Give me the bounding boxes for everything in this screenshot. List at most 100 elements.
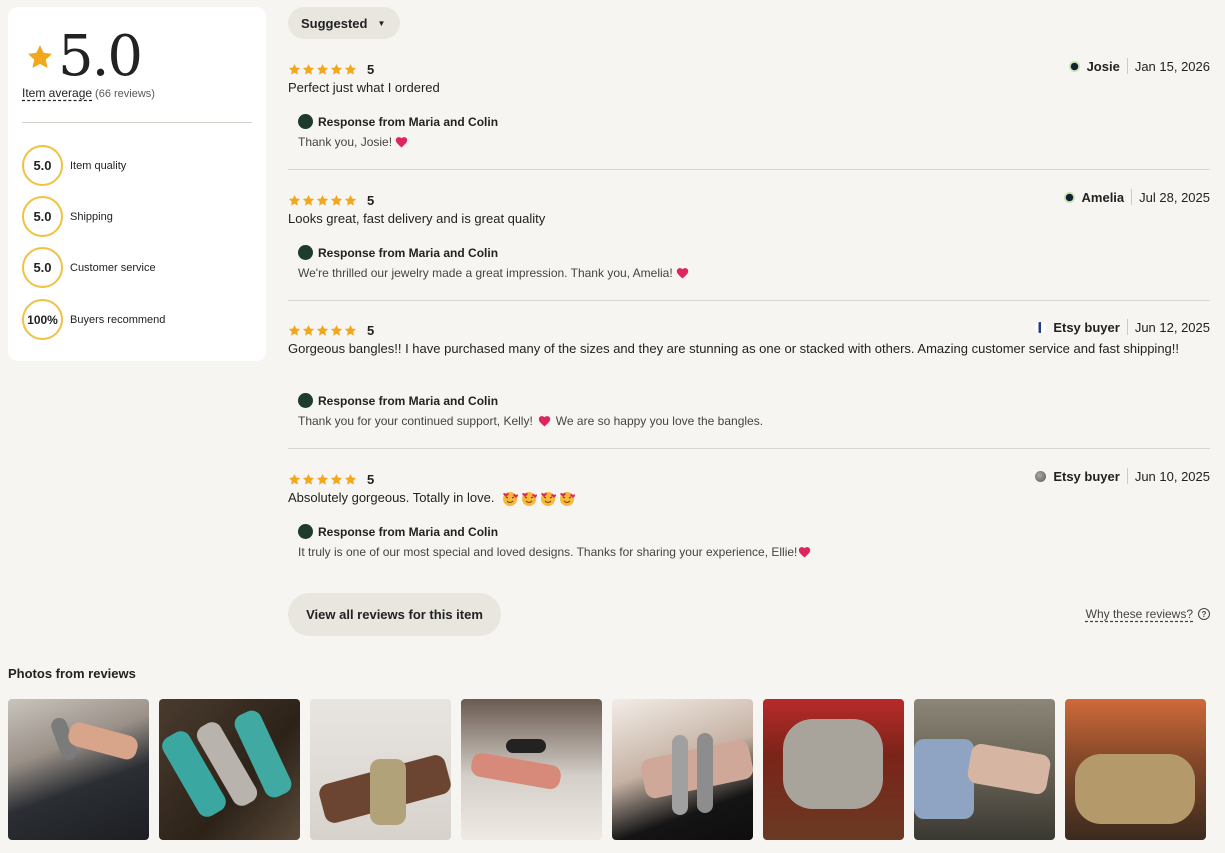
- average-caption: Item average (66 reviews): [22, 86, 155, 100]
- review-text: Absolutely gorgeous. Totally in love.: [288, 489, 1188, 507]
- seller-response: Response from Maria and Colin It truly i…: [298, 524, 814, 559]
- metric-score-circle: 5.0: [22, 145, 63, 186]
- response-header: Response from Maria and Colin: [298, 245, 692, 260]
- view-all-reviews-button[interactable]: View all reviews for this item: [288, 593, 501, 636]
- metric-shipping: 5.0 Shipping: [22, 196, 113, 237]
- review-photo[interactable]: [159, 699, 300, 840]
- response-message: Thank you for your continued support, Ke…: [298, 414, 533, 428]
- review-photo[interactable]: [914, 699, 1055, 840]
- item-average-link[interactable]: Item average: [22, 86, 92, 100]
- response-text: Thank you for your continued support, Ke…: [298, 414, 763, 428]
- shop-logo-icon: [298, 114, 313, 129]
- review-rating: 5: [288, 193, 374, 208]
- rating-summary-card: 5.0 Item average (66 reviews) 5.0 Item qu…: [8, 7, 266, 361]
- review-photo[interactable]: [1065, 699, 1206, 840]
- reviewer-name[interactable]: Amelia: [1082, 190, 1125, 205]
- reviewer-avatar[interactable]: [1063, 191, 1075, 203]
- heart-icon: [799, 547, 811, 558]
- reviewer-avatar[interactable]: [1035, 321, 1047, 333]
- five-star-rating-icon: [288, 63, 357, 76]
- average-rating-value: 5.0: [58, 24, 143, 89]
- reviewer-name[interactable]: Josie: [1087, 59, 1120, 74]
- metric-score-circle: 100%: [22, 299, 63, 340]
- smiling-face-with-hearts-icon: [522, 491, 538, 506]
- why-these-reviews-text[interactable]: Why these reviews?: [1086, 607, 1193, 621]
- review-date: Jun 12, 2025: [1134, 319, 1210, 335]
- metric-customer-service: 5.0 Customer service: [22, 247, 156, 288]
- reviewer-info: Etsy buyer Jun 10, 2025: [1035, 468, 1210, 484]
- rating-number: 5: [367, 62, 375, 77]
- caret-down-icon: ▼: [377, 18, 386, 28]
- sort-label: Suggested: [301, 15, 368, 31]
- review-rating: 5: [288, 472, 374, 487]
- smiling-face-with-hearts-icon: [541, 491, 557, 506]
- review-rating: 5: [288, 323, 374, 338]
- smiling-face-with-hearts-icon: [560, 491, 576, 506]
- response-message-continued: We are so happy you love the bangles.: [555, 414, 764, 428]
- separator: [1126, 319, 1128, 335]
- response-message: Thank you, Josie!: [298, 135, 393, 149]
- rating-number: 5: [367, 193, 375, 208]
- response-title: Response from Maria and Colin: [318, 524, 499, 539]
- review-text: Looks great, fast delivery and is great …: [288, 211, 546, 226]
- response-header: Response from Maria and Colin: [298, 524, 814, 539]
- review-item: 5 Etsy buyer Jun 10, 2025 Absolutely gor…: [288, 468, 1210, 572]
- response-text: It truly is one of our most special and …: [298, 545, 814, 559]
- rating-number: 5: [367, 472, 375, 487]
- why-these-reviews-link[interactable]: Why these reviews? ?: [1086, 607, 1210, 621]
- review-text: Perfect just what I ordered: [288, 80, 440, 95]
- star-icon: [27, 45, 53, 68]
- review-photos-strip: [8, 699, 1206, 840]
- response-title: Response from Maria and Colin: [318, 393, 499, 408]
- review-divider: [288, 300, 1210, 301]
- reviewer-name[interactable]: Etsy buyer: [1053, 469, 1119, 484]
- metric-score-circle: 5.0: [22, 196, 63, 237]
- five-star-rating-icon: [288, 473, 357, 486]
- review-count: (66 reviews): [95, 88, 155, 100]
- reviewer-avatar[interactable]: [1035, 470, 1047, 482]
- separator: [1126, 58, 1128, 74]
- review-date: Jun 10, 2025: [1134, 468, 1210, 484]
- emoji-group: [502, 491, 576, 507]
- metric-score-circle: 5.0: [22, 247, 63, 288]
- metric-item-quality: 5.0 Item quality: [22, 145, 126, 186]
- heart-icon: [395, 137, 408, 148]
- response-title: Response from Maria and Colin: [318, 114, 499, 129]
- review-item: 5 Amelia Jul 28, 2025 Looks great, fast …: [288, 189, 1210, 293]
- reviewer-info: Josie Jan 15, 2026: [1068, 58, 1210, 74]
- seller-response: Response from Maria and Colin Thank you …: [298, 393, 763, 428]
- review-photo[interactable]: [461, 699, 602, 840]
- review-photo[interactable]: [8, 699, 149, 840]
- reviewer-info: Amelia Jul 28, 2025: [1063, 189, 1210, 205]
- metric-label: Item quality: [70, 159, 127, 172]
- review-text: Gorgeous bangles!! I have purchased many…: [288, 341, 1180, 356]
- review-date: Jan 15, 2026: [1134, 58, 1210, 74]
- separator: [1131, 189, 1133, 205]
- reviewer-name[interactable]: Etsy buyer: [1053, 320, 1119, 335]
- five-star-rating-icon: [288, 324, 357, 337]
- response-message: It truly is one of our most special and …: [298, 545, 798, 559]
- question-mark-icon[interactable]: ?: [1198, 608, 1210, 620]
- response-text: Thank you, Josie!: [298, 135, 498, 149]
- response-header: Response from Maria and Colin: [298, 393, 763, 408]
- smiling-face-with-hearts-icon: [503, 491, 519, 506]
- review-divider: [288, 169, 1210, 170]
- shop-logo-icon: [298, 245, 313, 260]
- review-item: 5 Josie Jan 15, 2026 Perfect just what I…: [288, 58, 1210, 162]
- heart-icon: [538, 416, 550, 427]
- review-photo[interactable]: [763, 699, 904, 840]
- review-text-content: Absolutely gorgeous. Totally in love.: [288, 490, 495, 505]
- response-text: We're thrilled our jewelry made a great …: [298, 266, 692, 280]
- rating-number: 5: [367, 323, 375, 338]
- metric-label: Customer service: [70, 261, 156, 274]
- shop-logo-icon: [298, 393, 313, 408]
- seller-response: Response from Maria and Colin Thank you,…: [298, 114, 498, 149]
- review-photo[interactable]: [612, 699, 753, 840]
- review-photo[interactable]: [310, 699, 451, 840]
- review-date: Jul 28, 2025: [1139, 189, 1210, 205]
- reviewer-avatar[interactable]: [1068, 60, 1080, 72]
- five-star-rating-icon: [288, 194, 357, 207]
- review-item: 5 Etsy buyer Jun 12, 2025 Gorgeous bangl…: [288, 319, 1210, 443]
- average-rating-row: 5.0: [26, 24, 143, 89]
- sort-dropdown[interactable]: Suggested ▼: [288, 7, 400, 39]
